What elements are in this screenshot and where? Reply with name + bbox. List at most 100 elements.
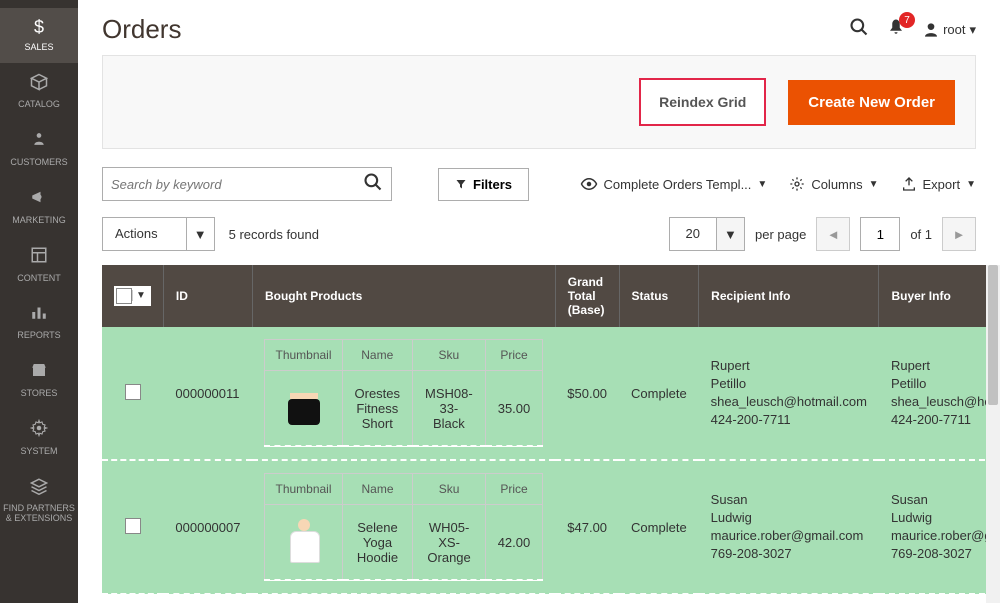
product-price: 35.00 bbox=[485, 371, 543, 447]
stack-icon bbox=[30, 477, 48, 500]
sidebar-item-label: REPORTS bbox=[17, 331, 60, 341]
col-id[interactable]: ID bbox=[163, 265, 252, 327]
columns-button[interactable]: Columns ▼ bbox=[789, 176, 878, 192]
search-icon[interactable] bbox=[849, 17, 869, 42]
bulk-actions-label: Actions bbox=[103, 218, 186, 250]
row-checkbox[interactable] bbox=[125, 518, 141, 534]
products-inner-table: ThumbnailNameSkuPriceSelene Yoga HoodieW… bbox=[264, 473, 543, 581]
user-menu[interactable]: root ▾ bbox=[923, 22, 976, 38]
sidebar-item-reports[interactable]: REPORTS bbox=[0, 293, 78, 351]
sidebar-item-sales[interactable]: $ SALES bbox=[0, 8, 78, 63]
chevron-down-icon: ▼ bbox=[966, 179, 976, 190]
page-input[interactable] bbox=[860, 217, 900, 251]
sidebar-item-label: SYSTEM bbox=[20, 447, 57, 457]
inner-th-sku: Sku bbox=[413, 340, 486, 371]
chevron-down-icon: ▾ bbox=[969, 22, 976, 38]
scroll-thumb[interactable] bbox=[988, 265, 998, 405]
page-size-value: 20 bbox=[670, 218, 716, 250]
prev-page-button[interactable]: ◄ bbox=[816, 217, 850, 251]
cell-status: Complete bbox=[619, 327, 699, 460]
view-switcher[interactable]: Complete Orders Templ... ▼ bbox=[580, 175, 768, 193]
product-thumbnail bbox=[284, 517, 324, 567]
page-size-select[interactable]: 20 ▼ bbox=[669, 217, 745, 251]
grid-toolbar: Filters Complete Orders Templ... ▼ Colum… bbox=[78, 167, 1000, 201]
filters-button[interactable]: Filters bbox=[438, 168, 529, 201]
export-label: Export bbox=[923, 177, 961, 192]
cell-total: $50.00 bbox=[555, 327, 619, 460]
table-row[interactable]: 000000011ThumbnailNameSkuPriceOrestes Fi… bbox=[102, 327, 1000, 460]
storefront-icon bbox=[30, 361, 48, 384]
scrollbar[interactable] bbox=[986, 265, 1000, 603]
col-checkbox[interactable]: ▼ bbox=[102, 265, 163, 327]
notifications-icon[interactable]: 7 bbox=[887, 18, 905, 41]
dollar-icon: $ bbox=[34, 18, 44, 38]
inner-th-thumb: Thumbnail bbox=[265, 474, 342, 505]
product-name: Selene Yoga Hoodie bbox=[342, 505, 413, 581]
product-name: Orestes Fitness Short bbox=[342, 371, 413, 447]
grid-body: 000000011ThumbnailNameSkuPriceOrestes Fi… bbox=[102, 327, 1000, 594]
notifications-badge: 7 bbox=[899, 12, 915, 28]
col-total[interactable]: Grand Total (Base) bbox=[555, 265, 619, 327]
sidebar-item-stores[interactable]: STORES bbox=[0, 351, 78, 409]
product-thumbnail bbox=[284, 383, 324, 433]
col-buyer[interactable]: Buyer Info bbox=[879, 265, 1000, 327]
eye-icon bbox=[580, 175, 598, 193]
sidebar-item-marketing[interactable]: MARKETING bbox=[0, 178, 78, 236]
grid-controls: Actions ▼ 5 records found 20 ▼ per page … bbox=[78, 217, 1000, 251]
action-bar: Reindex Grid Create New Order bbox=[102, 55, 976, 149]
columns-label: Columns bbox=[811, 177, 862, 192]
grid-header: ▼ ID Bought Products Grand Total (Base) … bbox=[102, 265, 1000, 327]
search-box bbox=[102, 167, 392, 201]
inner-th-name: Name bbox=[342, 474, 413, 505]
user-icon bbox=[923, 22, 939, 38]
reindex-grid-button[interactable]: Reindex Grid bbox=[639, 78, 766, 126]
sidebar-item-customers[interactable]: CUSTOMERS bbox=[0, 120, 78, 178]
products-inner-table: ThumbnailNameSkuPriceOrestes Fitness Sho… bbox=[264, 339, 543, 447]
sidebar-item-label: FIND PARTNERS & EXTENSIONS bbox=[2, 504, 76, 524]
sidebar-item-system[interactable]: SYSTEM bbox=[0, 409, 78, 467]
sidebar-item-label: CUSTOMERS bbox=[10, 158, 67, 168]
cell-status: Complete bbox=[619, 460, 699, 594]
sidebar-item-label: STORES bbox=[21, 389, 58, 399]
main-content: Orders 7 root ▾ Reindex Grid Create New … bbox=[78, 0, 1000, 603]
next-page-button[interactable]: ► bbox=[942, 217, 976, 251]
chevron-down-icon: ▼ bbox=[757, 179, 767, 190]
sidebar-item-label: SALES bbox=[24, 43, 53, 53]
sidebar-item-partners[interactable]: FIND PARTNERS & EXTENSIONS bbox=[0, 467, 78, 535]
page-title: Orders bbox=[102, 14, 181, 45]
page-of-label: of 1 bbox=[910, 227, 932, 242]
toolbar-right: Complete Orders Templ... ▼ Columns ▼ Exp… bbox=[580, 175, 976, 193]
user-name: root bbox=[943, 22, 965, 37]
select-all-checkbox[interactable] bbox=[116, 288, 132, 304]
col-recipient[interactable]: Recipient Info bbox=[699, 265, 879, 327]
cube-icon bbox=[30, 73, 48, 96]
megaphone-icon bbox=[30, 188, 48, 211]
create-order-button[interactable]: Create New Order bbox=[788, 80, 955, 125]
search-input[interactable] bbox=[111, 177, 363, 192]
sidebar-item-label: CONTENT bbox=[17, 274, 61, 284]
inner-th-thumb: Thumbnail bbox=[265, 340, 342, 371]
product-price: 42.00 bbox=[485, 505, 543, 581]
sidebar-item-catalog[interactable]: CATALOG bbox=[0, 63, 78, 121]
sidebar-item-content[interactable]: CONTENT bbox=[0, 236, 78, 294]
export-icon bbox=[901, 176, 917, 192]
cell-recipient: SusanLudwigmaurice.rober@gmail.com769-20… bbox=[699, 460, 879, 594]
person-icon bbox=[32, 130, 46, 153]
gear-icon bbox=[30, 419, 48, 442]
cell-buyer: RupertPetilloshea_leusch@hotmail.424-200… bbox=[879, 327, 1000, 460]
col-status[interactable]: Status bbox=[619, 265, 699, 327]
bulk-actions-select[interactable]: Actions ▼ bbox=[102, 217, 215, 251]
sidebar-item-label: CATALOG bbox=[18, 100, 60, 110]
col-products[interactable]: Bought Products bbox=[252, 265, 555, 327]
export-button[interactable]: Export ▼ bbox=[901, 176, 976, 192]
search-submit-icon[interactable] bbox=[363, 172, 383, 197]
page-header: Orders 7 root ▾ bbox=[78, 0, 1000, 55]
cell-products: ThumbnailNameSkuPriceOrestes Fitness Sho… bbox=[252, 327, 555, 460]
gear-icon bbox=[789, 176, 805, 192]
pager: 20 ▼ per page ◄ of 1 ► bbox=[669, 217, 976, 251]
row-checkbox[interactable] bbox=[125, 384, 141, 400]
table-row[interactable]: 000000007ThumbnailNameSkuPriceSelene Yog… bbox=[102, 460, 1000, 594]
sidebar-item-label: MARKETING bbox=[12, 216, 66, 226]
chevron-down-icon: ▼ bbox=[132, 290, 149, 301]
cell-products: ThumbnailNameSkuPriceSelene Yoga HoodieW… bbox=[252, 460, 555, 594]
